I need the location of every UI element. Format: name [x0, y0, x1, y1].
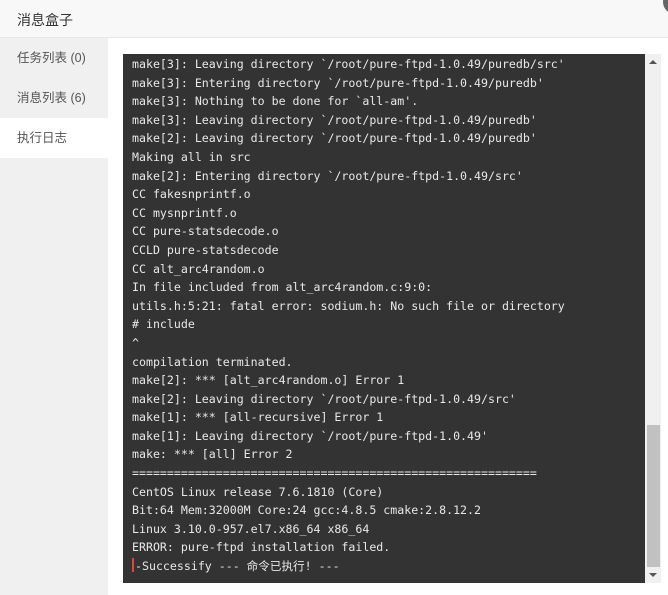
- log-line-text: make[1]: *** [all-recursive] Error 1: [132, 410, 384, 425]
- sidebar: 任务列表 (0) 消息列表 (6) 执行日志: [0, 38, 108, 595]
- log-line: make[2]: Leaving directory `/root/pure-f…: [132, 129, 645, 148]
- log-line: make[3]: Leaving directory `/root/pure-f…: [132, 55, 645, 74]
- log-line-text: make[3]: Nothing to be done for `all-am'…: [132, 94, 419, 109]
- log-line-text: ERROR: pure-ftpd installation failed.: [132, 540, 391, 555]
- log-line-text: compilation terminated.: [132, 354, 293, 369]
- log-line: make[2]: Entering directory `/root/pure-…: [132, 167, 645, 186]
- sidebar-item-message-list[interactable]: 消息列表 (6): [0, 78, 108, 118]
- sidebar-item-label: 任务列表 (0): [17, 51, 86, 65]
- log-line: utils.h:5:21: fatal error: sodium.h: No …: [132, 297, 645, 316]
- log-line: In file included from alt_arc4random.c:9…: [132, 278, 645, 297]
- sidebar-item-task-list[interactable]: 任务列表 (0): [0, 38, 108, 78]
- log-line-text: CC alt_arc4random.o: [132, 261, 265, 276]
- dialog-title: 消息盒子: [17, 12, 73, 28]
- log-line-text: make[1]: Leaving directory `/root/pure-f…: [132, 428, 488, 443]
- log-line-text: make[2]: Leaving directory `/root/pure-f…: [132, 391, 516, 406]
- log-line: make[1]: Leaving directory `/root/pure-f…: [132, 427, 645, 446]
- close-icon[interactable]: [663, 0, 668, 14]
- log-line: # include: [132, 315, 645, 334]
- log-line-text: Bit:64 Mem:32000M Core:24 gcc:4.8.5 cmak…: [132, 503, 482, 518]
- log-line-text: Making all in src: [132, 149, 251, 164]
- dialog-header: 消息盒子: [0, 0, 668, 38]
- log-line: make[3]: Entering directory `/root/pure-…: [132, 74, 645, 93]
- text-cursor: [132, 558, 134, 573]
- log-line-text: ^: [132, 335, 139, 350]
- log-line: make[3]: Nothing to be done for `all-am'…: [132, 92, 645, 111]
- log-line: ========================================…: [132, 464, 645, 483]
- log-line: make[1]: *** [all-recursive] Error 1: [132, 408, 645, 427]
- log-line-text: make[3]: Entering directory `/root/pure-…: [132, 75, 544, 90]
- log-line-text: ========================================…: [132, 466, 537, 481]
- log-line: make[2]: Leaving directory `/root/pure-f…: [132, 390, 645, 409]
- log-line-text: make[2]: Entering directory `/root/pure-…: [132, 168, 523, 183]
- log-line-text: make: *** [all] Error 2: [132, 447, 293, 462]
- log-line: CC alt_arc4random.o: [132, 260, 645, 279]
- scroll-down-arrow-icon[interactable]: [645, 567, 661, 583]
- log-line: CentOS Linux release 7.6.1810 (Core): [132, 483, 645, 502]
- log-line-text: CCLD pure-statsdecode: [132, 242, 279, 257]
- log-line: make[3]: Leaving directory `/root/pure-f…: [132, 111, 645, 130]
- log-line: ERROR: pure-ftpd installation failed.: [132, 538, 645, 557]
- log-line-text: # include: [132, 317, 195, 332]
- log-line-text: make[3]: Leaving directory `/root/pure-f…: [132, 57, 565, 71]
- log-line: Making all in src: [132, 148, 645, 167]
- log-line: CC mysnprintf.o: [132, 204, 645, 223]
- console-scrollbar[interactable]: [645, 54, 661, 583]
- scrollbar-thumb[interactable]: [647, 425, 660, 567]
- log-line: Bit:64 Mem:32000M Core:24 gcc:4.8.5 cmak…: [132, 501, 645, 520]
- log-line-text: CC fakesnprintf.o: [132, 187, 251, 202]
- sidebar-item-execution-log[interactable]: 执行日志: [0, 118, 108, 158]
- log-line: -Successify --- 命令已执行! ---: [132, 557, 645, 576]
- log-line-text: CC pure-statsdecode.o: [132, 224, 279, 239]
- log-line: make: *** [all] Error 2: [132, 445, 645, 464]
- log-console: make[3]: Leaving directory `/root/pure-f…: [123, 54, 660, 583]
- log-output: make[3]: Leaving directory `/root/pure-f…: [123, 54, 645, 583]
- scroll-up-arrow-icon[interactable]: [645, 54, 661, 70]
- log-line: compilation terminated.: [132, 353, 645, 372]
- log-line: ^: [132, 334, 645, 353]
- log-line-text: -Successify --- 命令已执行! ---: [135, 559, 340, 574]
- log-line: make[2]: *** [alt_arc4random.o] Error 1: [132, 371, 645, 390]
- log-line: CC fakesnprintf.o: [132, 185, 645, 204]
- sidebar-item-label: 执行日志: [17, 131, 68, 145]
- log-line: CCLD pure-statsdecode: [132, 241, 645, 260]
- log-line-text: In file included from alt_arc4random.c:9…: [132, 280, 433, 295]
- log-line-text: make[2]: *** [alt_arc4random.o] Error 1: [132, 373, 405, 388]
- log-line-text: utils.h:5:21: fatal error: sodium.h: No …: [132, 298, 565, 313]
- log-line: Linux 3.10.0-957.el7.x86_64 x86_64: [132, 520, 645, 539]
- log-line-text: make[3]: Leaving directory `/root/pure-f…: [132, 112, 537, 127]
- sidebar-item-label: 消息列表 (6): [17, 91, 86, 105]
- log-line-text: Linux 3.10.0-957.el7.x86_64 x86_64: [132, 521, 370, 536]
- log-line: CC pure-statsdecode.o: [132, 222, 645, 241]
- log-line-text: CC mysnprintf.o: [132, 205, 237, 220]
- log-line-text: CentOS Linux release 7.6.1810 (Core): [132, 484, 384, 499]
- log-line-text: make[2]: Leaving directory `/root/pure-f…: [132, 131, 537, 146]
